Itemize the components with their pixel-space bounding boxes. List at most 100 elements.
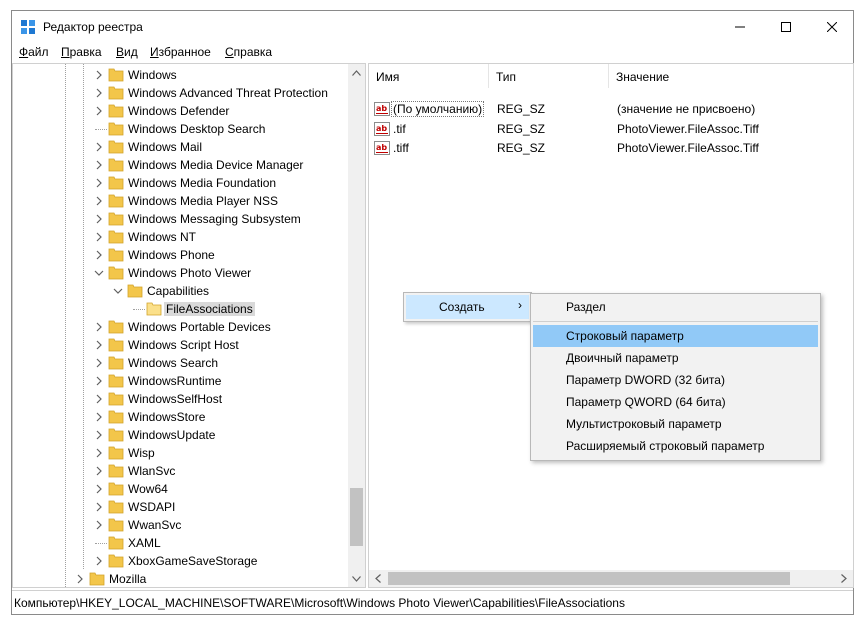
collapsed-chevron-icon[interactable] <box>94 448 104 458</box>
tree-node[interactable]: WindowsStore <box>13 408 348 426</box>
collapsed-chevron-icon[interactable] <box>94 88 104 98</box>
tree-node[interactable]: Windows Media Device Manager <box>13 156 348 174</box>
close-button[interactable] <box>809 11 855 42</box>
tree-node[interactable]: WwanSvc <box>13 516 348 534</box>
collapsed-chevron-icon[interactable] <box>94 70 104 80</box>
tree-node[interactable]: Windows <box>13 66 348 84</box>
submenu-item-expandable-string-value[interactable]: Расширяемый строковый параметр <box>533 435 818 457</box>
expanded-chevron-icon[interactable] <box>113 286 123 296</box>
collapsed-chevron-icon[interactable] <box>75 574 85 584</box>
folder-icon <box>108 446 124 460</box>
submenu-item-multistring-value[interactable]: Мультистроковый параметр <box>533 413 818 435</box>
collapsed-chevron-icon[interactable] <box>94 250 104 260</box>
tree-node[interactable]: WindowsRuntime <box>13 372 348 390</box>
menu-item-create[interactable]: Создать › <box>406 295 529 319</box>
tree-node[interactable]: Windows Defender <box>13 102 348 120</box>
tree-node[interactable]: WindowsUpdate <box>13 426 348 444</box>
tree-node[interactable]: Windows Messaging Subsystem <box>13 210 348 228</box>
collapsed-chevron-icon[interactable] <box>94 502 104 512</box>
menu-view[interactable]: Вид <box>116 45 138 59</box>
tree-node[interactable]: Windows NT <box>13 228 348 246</box>
scroll-left-button[interactable] <box>369 570 386 587</box>
collapsed-chevron-icon[interactable] <box>94 376 104 386</box>
value-name: .tiff <box>393 141 409 155</box>
tree-node[interactable]: Windows Desktop Search <box>13 120 348 138</box>
collapsed-chevron-icon[interactable] <box>94 178 104 188</box>
folder-icon <box>108 338 124 352</box>
tree-node[interactable]: Windows Media Foundation <box>13 174 348 192</box>
tree-node[interactable]: Windows Search <box>13 354 348 372</box>
tree-node[interactable]: XAML <box>13 534 348 552</box>
tree-node[interactable]: Windows Mail <box>13 138 348 156</box>
tree-node[interactable]: Mozilla <box>13 570 348 587</box>
list-horizontal-scrollbar[interactable] <box>369 570 853 587</box>
collapsed-chevron-icon[interactable] <box>94 196 104 206</box>
tree-vertical-scrollbar[interactable] <box>348 64 365 587</box>
collapsed-chevron-icon[interactable] <box>94 430 104 440</box>
submenu-item-key[interactable]: Раздел <box>533 296 818 318</box>
collapsed-chevron-icon[interactable] <box>94 232 104 242</box>
tree-node[interactable]: XboxGameSaveStorage <box>13 552 348 570</box>
collapsed-chevron-icon[interactable] <box>94 484 104 494</box>
tree-node[interactable]: Windows Portable Devices <box>13 318 348 336</box>
value-row-tiff[interactable]: ab .tiff REG_SZ PhotoViewer.FileAssoc.Ti… <box>369 139 849 158</box>
key-tree[interactable]: Windows Windows Advanced Threat Protectio… <box>12 63 366 588</box>
collapsed-chevron-icon[interactable] <box>94 106 104 116</box>
folder-icon <box>89 572 105 586</box>
tree-node[interactable]: Wow64 <box>13 480 348 498</box>
scroll-right-button[interactable] <box>835 570 852 587</box>
value-row-tif[interactable]: ab .tif REG_SZ PhotoViewer.FileAssoc.Tif… <box>369 120 849 139</box>
scroll-thumb[interactable] <box>350 488 363 546</box>
collapsed-chevron-icon[interactable] <box>94 556 104 566</box>
tree-node[interactable]: Wisp <box>13 444 348 462</box>
collapsed-chevron-icon[interactable] <box>94 394 104 404</box>
folder-icon <box>146 302 162 316</box>
tree-node[interactable]: WSDAPI <box>13 498 348 516</box>
menu-item-create-label: Создать <box>439 300 485 314</box>
tree-node[interactable]: Windows Script Host <box>13 336 348 354</box>
collapsed-chevron-icon[interactable] <box>94 520 104 530</box>
menu-file[interactable]: Файл <box>19 45 49 59</box>
title-bar[interactable]: Редактор реестра <box>12 11 853 42</box>
menu-help[interactable]: Справка <box>225 45 272 59</box>
menu-bar: Файл Правка Вид Избранное Справка <box>12 42 853 62</box>
value-name: .tif <box>393 122 406 136</box>
scroll-up-button[interactable] <box>348 64 365 81</box>
folder-icon <box>108 230 124 244</box>
collapsed-chevron-icon[interactable] <box>94 358 104 368</box>
tree-node[interactable]: FileAssociations <box>13 300 348 318</box>
tree-node[interactable]: Windows Phone <box>13 246 348 264</box>
tree-node[interactable]: Windows Advanced Threat Protection <box>13 84 348 102</box>
scroll-down-button[interactable] <box>348 570 365 587</box>
collapsed-chevron-icon[interactable] <box>94 466 104 476</box>
menu-favorites[interactable]: Избранное <box>150 45 211 59</box>
string-value-icon: ab <box>374 122 390 136</box>
menu-edit[interactable]: Правка <box>61 45 102 59</box>
collapsed-chevron-icon[interactable] <box>94 160 104 170</box>
scroll-thumb[interactable] <box>388 572 790 585</box>
column-header-name[interactable]: Имя <box>369 64 489 88</box>
column-header-value[interactable]: Значение <box>609 64 853 88</box>
tree-node[interactable]: Windows Photo Viewer <box>13 264 348 282</box>
tree-node[interactable]: WlanSvc <box>13 462 348 480</box>
submenu-item-string-value[interactable]: Строковый параметр <box>533 325 818 347</box>
tree-node[interactable]: WindowsSelfHost <box>13 390 348 408</box>
folder-icon <box>108 266 124 280</box>
collapsed-chevron-icon[interactable] <box>94 340 104 350</box>
minimize-button[interactable] <box>717 11 763 42</box>
chevron-right-icon <box>840 574 847 583</box>
tree-node[interactable]: Capabilities <box>13 282 348 300</box>
collapsed-chevron-icon[interactable] <box>94 322 104 332</box>
value-row-default[interactable]: ab (По умолчанию) REG_SZ (значение не пр… <box>369 100 849 119</box>
collapsed-chevron-icon[interactable] <box>94 412 104 422</box>
submenu-item-dword-value[interactable]: Параметр DWORD (32 бита) <box>533 369 818 391</box>
tree-node[interactable]: Windows Media Player NSS <box>13 192 348 210</box>
maximize-button[interactable] <box>763 11 809 42</box>
collapsed-chevron-icon[interactable] <box>94 214 104 224</box>
expanded-chevron-icon[interactable] <box>94 268 104 278</box>
collapsed-chevron-icon[interactable] <box>94 142 104 152</box>
tree-node-label: WindowsSelfHost <box>128 392 223 406</box>
submenu-item-binary-value[interactable]: Двоичный параметр <box>533 347 818 369</box>
submenu-item-qword-value[interactable]: Параметр QWORD (64 бита) <box>533 391 818 413</box>
column-header-type[interactable]: Тип <box>489 64 609 88</box>
